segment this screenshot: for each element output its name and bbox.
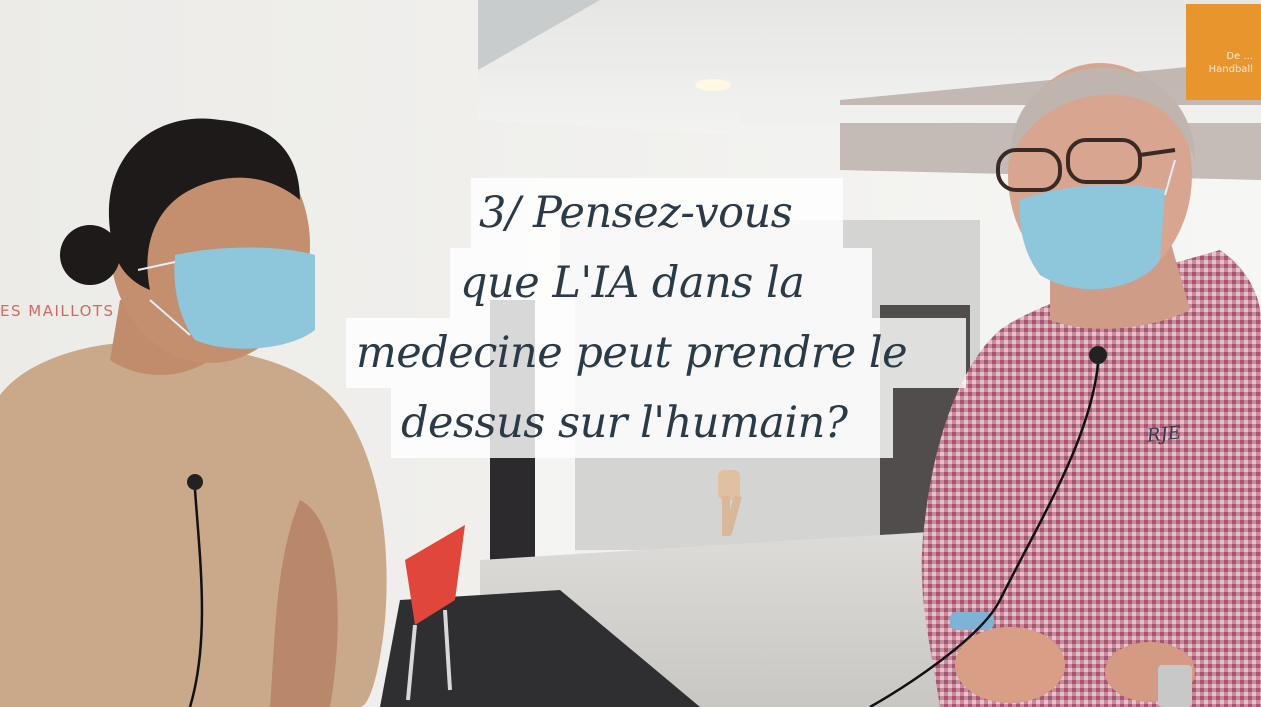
caption-line-3: medecine peut prendre le xyxy=(346,318,966,388)
ceiling-light xyxy=(695,79,731,91)
orange-sign-text: De ... Handball xyxy=(1208,51,1253,75)
caption-line-2: que L'IA dans la xyxy=(450,248,872,318)
video-frame: ES MAILLOTS De ... Handball RJE 3/ Pense… xyxy=(0,0,1261,707)
shirt-logo: RJE xyxy=(1145,422,1182,447)
wall-lettering: ES MAILLOTS xyxy=(0,302,115,320)
caption-line-1: 3/ Pensez-vous xyxy=(471,178,843,248)
caption-line-4: dessus sur l'humain? xyxy=(391,388,893,458)
question-caption: 3/ Pensez-vous que L'IA dans la medecine… xyxy=(346,178,966,468)
